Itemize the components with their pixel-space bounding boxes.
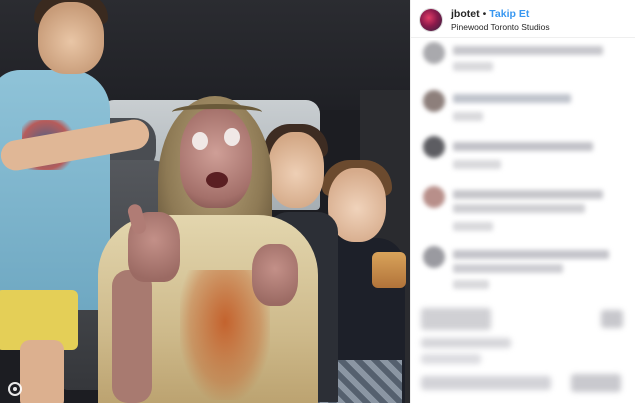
post-photo[interactable] <box>0 0 410 403</box>
blurred-text <box>453 94 571 103</box>
user-tags-icon[interactable] <box>8 382 22 396</box>
boy-middle-head <box>268 132 324 208</box>
blurred-meta <box>453 160 501 169</box>
blurred-block <box>421 376 551 390</box>
blurred-block <box>421 338 511 348</box>
zombie-mouth <box>206 172 228 188</box>
blurred-meta <box>453 222 493 231</box>
instagram-post: jbotet • Takip Et Pinewood Toronto Studios <box>0 0 635 403</box>
blurred-avatar <box>423 42 445 64</box>
blurred-avatar <box>423 246 445 268</box>
zombie-crown <box>172 104 262 120</box>
blurred-comment <box>421 246 631 306</box>
blurred-comment <box>421 42 631 82</box>
zombie-head <box>180 108 252 208</box>
blurred-comment <box>421 136 631 180</box>
profile-avatar[interactable] <box>420 9 442 31</box>
follow-button[interactable]: Takip Et <box>489 8 529 20</box>
post-header: jbotet • Takip Et Pinewood Toronto Studios <box>411 0 635 38</box>
zombie-eye-right <box>224 128 240 146</box>
blurred-block <box>421 354 481 364</box>
blurred-avatar <box>423 90 445 112</box>
zombie-eye-left <box>192 132 208 150</box>
blurred-text <box>453 264 563 273</box>
blurred-text <box>453 142 593 151</box>
blurred-text <box>453 190 603 199</box>
blurred-meta <box>453 62 493 71</box>
blurred-text <box>453 46 603 55</box>
username-link[interactable]: jbotet <box>451 8 480 20</box>
boy-left-leg <box>20 340 64 403</box>
blurred-block <box>601 310 623 328</box>
boy-left-shirt <box>0 70 110 310</box>
blurred-meta <box>453 112 483 121</box>
header-user-line: jbotet • Takip Et <box>451 8 529 20</box>
blurred-comment <box>421 90 631 130</box>
zombie-hand-right <box>252 244 298 306</box>
blurred-avatar <box>423 136 445 158</box>
blurred-comment <box>421 186 631 246</box>
blurred-text <box>453 250 609 259</box>
separator-dot: • <box>482 8 487 20</box>
post-sidebar: jbotet • Takip Et Pinewood Toronto Studios <box>410 0 635 403</box>
zombie-arm <box>112 270 152 403</box>
blurred-avatar <box>423 186 445 208</box>
location-link[interactable]: Pinewood Toronto Studios <box>451 22 550 32</box>
blurred-text <box>453 204 585 213</box>
comments-list <box>411 40 635 403</box>
blurred-block <box>571 374 621 392</box>
boy-left-head <box>38 2 104 74</box>
blurred-block <box>421 308 491 330</box>
boy-right-cup <box>372 252 406 288</box>
blurred-meta <box>453 280 489 289</box>
